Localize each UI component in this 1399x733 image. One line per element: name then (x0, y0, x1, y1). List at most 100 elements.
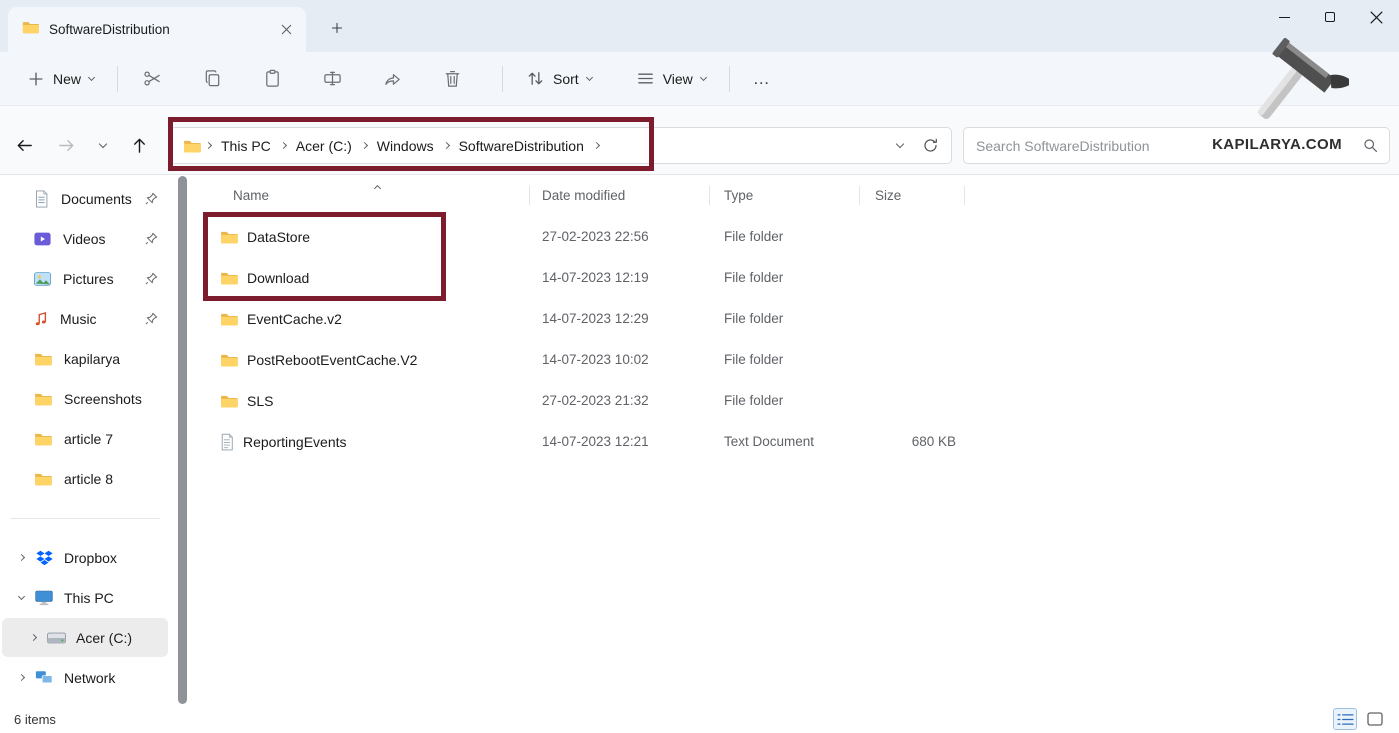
explorer-tab[interactable]: SoftwareDistribution (8, 7, 306, 52)
sidebar-item-network[interactable]: Network (2, 658, 168, 697)
magnifier-icon (1362, 137, 1379, 154)
breadcrumb-chevron-icon (280, 142, 287, 149)
rename-icon (323, 69, 342, 88)
minimize-button[interactable] (1261, 0, 1307, 34)
refresh-button[interactable] (915, 132, 945, 160)
see-more-button[interactable]: … (742, 60, 782, 98)
search-input[interactable] (976, 138, 1362, 154)
breadcrumb-windows[interactable]: Windows (370, 138, 441, 154)
close-button[interactable] (1353, 0, 1399, 34)
cut-button[interactable] (130, 60, 174, 98)
sidebar-item-article-7[interactable]: article 7 (3, 419, 167, 458)
large-icons-view-button[interactable] (1363, 708, 1387, 730)
video-icon (34, 232, 51, 246)
sidebar-item-screenshots[interactable]: Screenshots (3, 379, 167, 418)
text-document-icon (220, 433, 234, 451)
close-icon (1370, 11, 1383, 24)
column-header-type[interactable]: Type (710, 175, 860, 216)
sidebar-separator (10, 518, 160, 519)
delete-button[interactable] (430, 60, 474, 98)
folder-icon (220, 230, 238, 244)
view-button[interactable]: View (625, 60, 717, 98)
sidebar-item-article-8[interactable]: article 8 (3, 459, 167, 498)
folder-icon (22, 20, 39, 39)
table-row[interactable]: EventCache.v2 14-07-2023 12:29 File fold… (192, 298, 1399, 339)
details-view-icon (1337, 713, 1354, 726)
document-icon (34, 190, 49, 208)
paste-button[interactable] (250, 60, 294, 98)
table-row[interactable]: ReportingEvents 14-07-2023 12:21 Text Do… (192, 421, 1399, 462)
breadcrumb-chevron-icon (593, 142, 600, 149)
tab-close-button[interactable] (274, 18, 298, 42)
table-row[interactable]: PostRebootEventCache.V2 14-07-2023 10:02… (192, 339, 1399, 380)
recent-locations-button[interactable] (88, 128, 118, 162)
column-header-name[interactable]: Name (192, 175, 530, 216)
table-row[interactable]: SLS 27-02-2023 21:32 File folder (192, 380, 1399, 421)
breadcrumb-this-pc[interactable]: This PC (214, 138, 278, 154)
breadcrumb-acer-c[interactable]: Acer (C:) (289, 138, 359, 154)
column-header-size[interactable]: Size (860, 175, 965, 216)
column-headers: Name Date modified Type Size (192, 175, 1399, 216)
sidebar-item-dropbox[interactable]: Dropbox (2, 538, 168, 577)
sidebar-item-label: Dropbox (64, 550, 117, 566)
file-list: Name Date modified Type Size DataStore 2… (192, 175, 1399, 705)
share-button[interactable] (370, 60, 414, 98)
view-button-label: View (663, 71, 693, 87)
chevron-down-icon[interactable] (10, 597, 32, 599)
breadcrumb-chevron-icon (361, 142, 368, 149)
sidebar: Documents Videos Pictures Music kapilary (0, 175, 170, 705)
sidebar-item-pictures[interactable]: Pictures (3, 259, 167, 298)
sidebar-item-videos[interactable]: Videos (3, 219, 167, 258)
file-type: Text Document (710, 434, 860, 449)
network-icon (32, 670, 56, 685)
chevron-right-icon[interactable] (10, 675, 32, 680)
scissors-icon (143, 69, 162, 88)
sidebar-item-label: Acer (C:) (76, 630, 132, 646)
chevron-down-icon (586, 73, 593, 80)
new-tab-button[interactable] (322, 13, 352, 43)
address-bar[interactable]: This PC Acer (C:) Windows SoftwareDistri… (170, 127, 952, 164)
address-dropdown-button[interactable] (885, 132, 915, 160)
chevron-right-icon[interactable] (10, 555, 32, 560)
folder-icon (220, 394, 238, 408)
arrow-left-icon (15, 136, 34, 155)
window-controls (1261, 0, 1399, 34)
up-button[interactable] (120, 128, 158, 162)
file-date: 27-02-2023 22:56 (530, 229, 710, 244)
table-row[interactable]: Download 14-07-2023 12:19 File folder (192, 257, 1399, 298)
sidebar-item-documents[interactable]: Documents (3, 179, 167, 218)
trash-icon (443, 69, 462, 88)
ellipsis-icon: … (753, 69, 771, 89)
pin-icon (145, 232, 158, 245)
breadcrumb-softwaredistribution[interactable]: SoftwareDistribution (452, 138, 591, 154)
details-view-button[interactable] (1333, 708, 1357, 730)
column-header-date-modified[interactable]: Date modified (530, 175, 710, 216)
item-count: 6 items (14, 712, 56, 727)
status-bar: 6 items (0, 705, 1399, 733)
maximize-button[interactable] (1307, 0, 1353, 34)
sidebar-item-label: This PC (64, 590, 114, 606)
titlebar: SoftwareDistribution (0, 0, 1399, 52)
file-date: 14-07-2023 12:19 (530, 270, 710, 285)
tab-title: SoftwareDistribution (49, 22, 264, 37)
chevron-right-icon[interactable] (22, 635, 44, 640)
copy-button[interactable] (190, 60, 234, 98)
rename-button[interactable] (310, 60, 354, 98)
toolbar-separator (502, 66, 503, 92)
sidebar-item-this-pc[interactable]: This PC (2, 578, 168, 617)
sidebar-scrollbar[interactable] (178, 176, 187, 704)
sidebar-item-label: Videos (63, 231, 106, 247)
file-name: SLS (247, 393, 273, 409)
back-button[interactable] (6, 128, 42, 162)
sidebar-item-music[interactable]: Music (3, 299, 167, 338)
sidebar-item-label: article 8 (64, 471, 113, 487)
new-button[interactable]: New (16, 60, 105, 98)
sidebar-item-kapilarya[interactable]: kapilarya (3, 339, 167, 378)
sort-button[interactable]: Sort (515, 60, 603, 98)
forward-button[interactable] (48, 128, 84, 162)
sidebar-item-acer-c[interactable]: Acer (C:) (2, 618, 168, 657)
share-icon (383, 69, 402, 88)
table-row[interactable]: DataStore 27-02-2023 22:56 File folder (192, 216, 1399, 257)
chevron-down-icon (88, 73, 95, 80)
sidebar-item-label: Documents (61, 191, 132, 207)
